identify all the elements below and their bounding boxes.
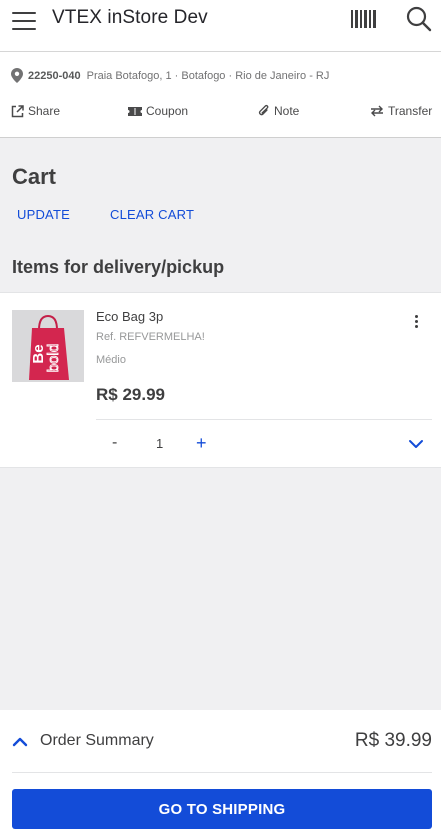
item-divider [96, 419, 432, 420]
chevron-down-icon[interactable] [408, 439, 424, 449]
coupon-label: Coupon [146, 104, 189, 118]
delivery-address[interactable]: 22250-040 Praia Botafogo, 1 · Botafogo ·… [11, 68, 329, 83]
chevron-up-icon [12, 737, 28, 747]
eco-bag-image: Be bold [12, 310, 84, 382]
footer-divider [12, 772, 432, 773]
checkout-footer: Order Summary R$ 39.99 GO TO SHIPPING [0, 710, 441, 838]
app-title: VTEX inStore Dev [52, 7, 208, 28]
barcode-icon[interactable] [351, 10, 377, 28]
customer-info-panel: 22250-040 Praia Botafogo, 1 · Botafogo ·… [0, 52, 441, 138]
clear-cart-button[interactable]: CLEAR CART [110, 207, 194, 222]
search-icon[interactable] [406, 6, 432, 32]
location-pin-icon [11, 68, 23, 83]
note-button[interactable]: Note [258, 104, 299, 118]
share-label: Share [28, 104, 61, 118]
transfer-button[interactable]: Transfer [370, 104, 432, 118]
address-street: Praia Botafogo, 1 · Botafogo · Rio de Ja… [86, 69, 330, 82]
product-name: Eco Bag 3p [96, 309, 164, 324]
coupon-icon [128, 106, 142, 116]
section-title: Items for delivery/pickup [12, 257, 225, 277]
app-header: VTEX inStore Dev [0, 0, 441, 52]
cart-actions: Share Coupon Note Transfer [0, 104, 441, 124]
quantity-value: 1 [156, 436, 164, 451]
transfer-label: Transfer [388, 104, 433, 118]
product-variant: Médio [96, 354, 126, 366]
product-image[interactable]: Be bold [12, 310, 84, 382]
hamburger-menu-icon[interactable] [12, 12, 36, 30]
svg-text:bold: bold [45, 344, 62, 372]
address-zip: 22250-040 [28, 69, 81, 82]
coupon-button[interactable]: Coupon [128, 104, 188, 118]
order-summary-toggle[interactable]: Order Summary R$ 39.99 [0, 710, 441, 772]
quantity-decrease-button[interactable]: - [112, 434, 117, 452]
share-icon [11, 104, 24, 117]
product-price: R$ 29.99 [96, 385, 165, 404]
order-summary-label: Order Summary [40, 732, 154, 749]
cart-title: Cart [12, 164, 57, 189]
paperclip-icon [258, 104, 269, 116]
quantity-increase-button[interactable]: + [196, 433, 207, 454]
update-button[interactable]: UPDATE [17, 207, 70, 222]
note-label: Note [274, 104, 300, 118]
order-total: R$ 39.99 [354, 730, 432, 751]
cart-item: Be bold Eco Bag 3p Ref. REFVERMELHA! Méd… [0, 292, 441, 468]
go-to-shipping-button[interactable]: GO TO SHIPPING [12, 789, 432, 829]
product-ref: Ref. REFVERMELHA! [96, 331, 205, 343]
transfer-icon [371, 105, 383, 117]
share-button[interactable]: Share [11, 104, 60, 118]
more-options-icon[interactable] [412, 315, 420, 331]
